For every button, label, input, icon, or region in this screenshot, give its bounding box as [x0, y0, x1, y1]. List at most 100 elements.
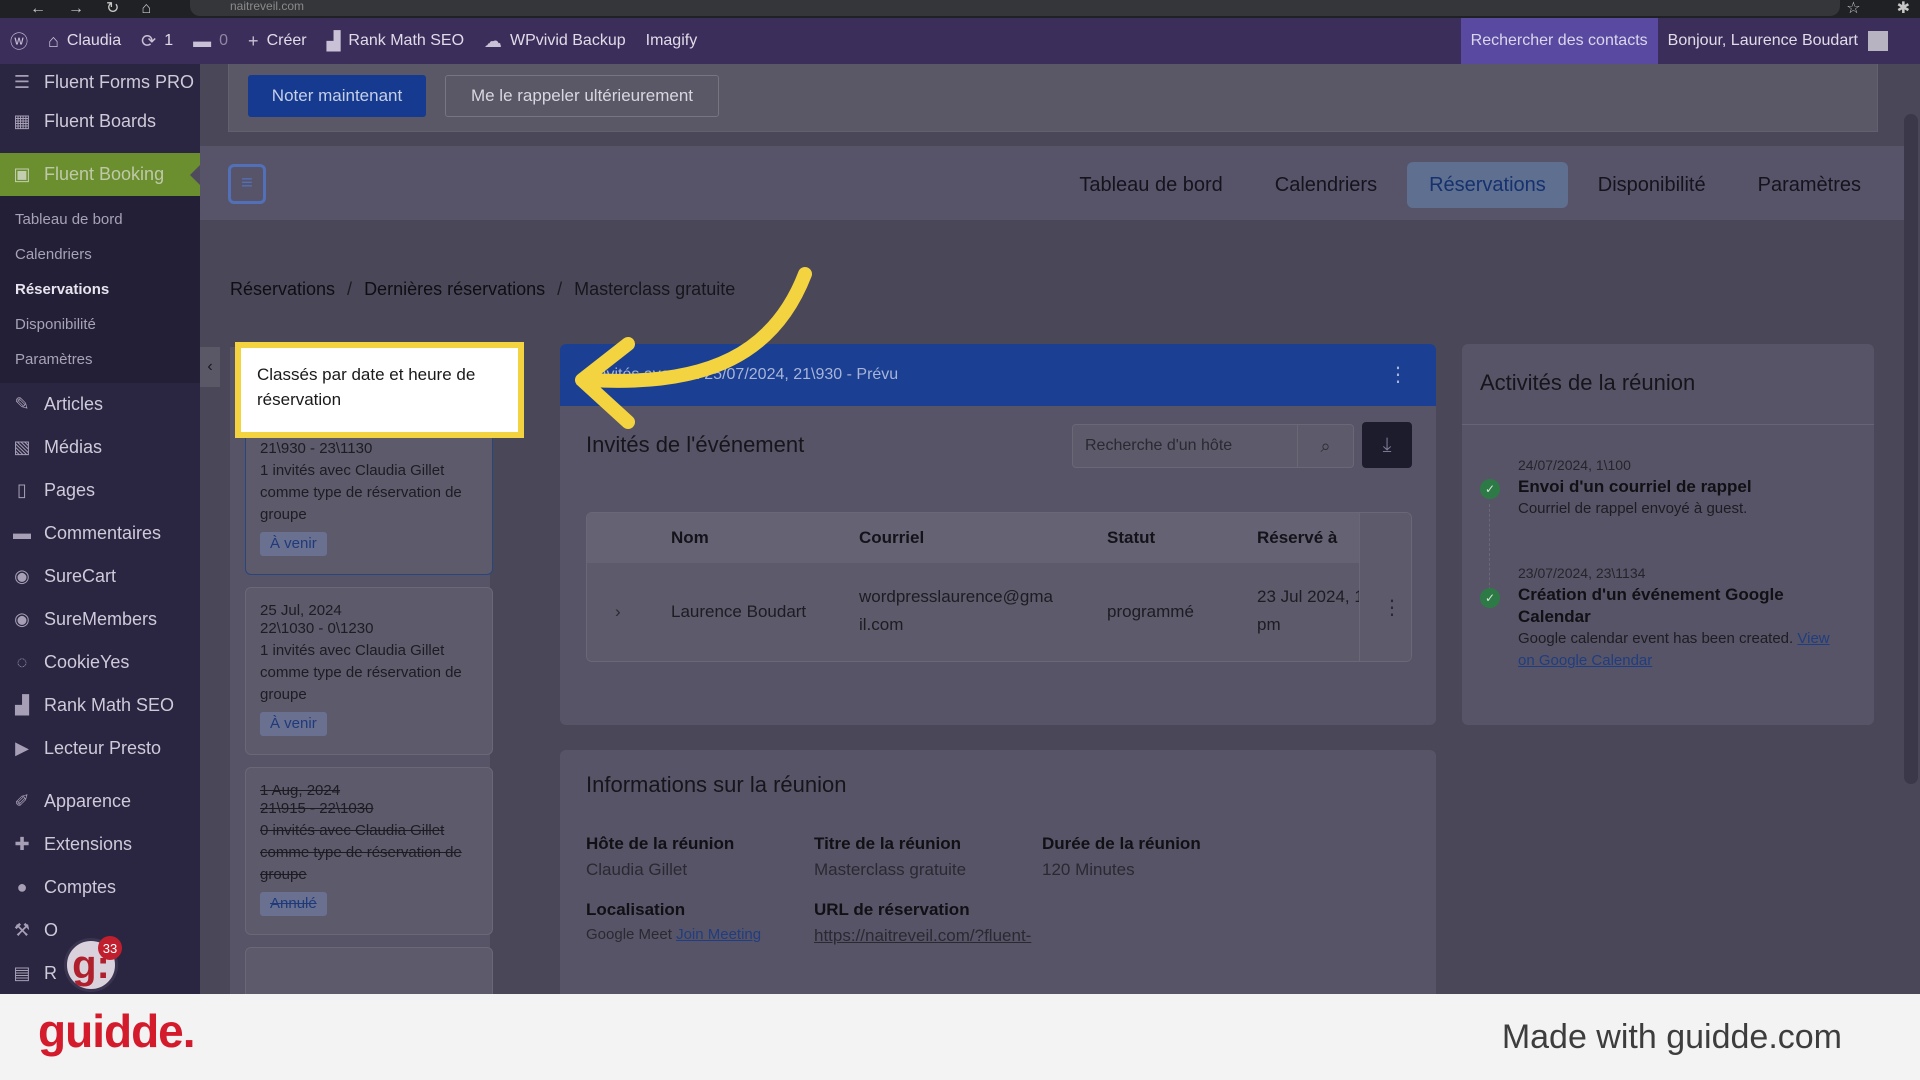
booking-card[interactable] — [245, 947, 493, 994]
sidebar-item-rank-math[interactable]: ▟ Rank Math SEO — [0, 684, 200, 727]
activity-title: Envoi d'un courriel de rappel — [1518, 477, 1752, 496]
booking-desc: 1 invités avec Claudia Gillet comme type… — [260, 642, 462, 703]
submenu-availability[interactable]: Disponibilité — [0, 307, 200, 342]
submenu-calendars[interactable]: Calendriers — [0, 237, 200, 272]
sidebar-item-appearance[interactable]: ✐ Apparence — [0, 780, 200, 823]
sidebar-item-label: Comptes — [44, 877, 117, 897]
sidebar-item-accounts[interactable]: ● Comptes — [0, 866, 200, 909]
booking-icon: ▣ — [13, 164, 31, 184]
page-scrollbar[interactable] — [1904, 114, 1918, 784]
field-label: Hôte de la réunion — [586, 834, 735, 853]
timeline-line — [1489, 504, 1490, 600]
booking-card[interactable]: 1 Aug, 2024 21\915 - 22\1030 0 invités a… — [245, 767, 493, 935]
location-value: Google Meet — [586, 926, 672, 943]
search-icon[interactable]: ⌕ — [1297, 425, 1353, 467]
submenu-bookings[interactable]: Réservations — [0, 272, 200, 307]
page-icon: ▯ — [17, 480, 27, 500]
imagify-link[interactable]: Imagify — [636, 18, 708, 64]
tab-dashboard[interactable]: Tableau de bord — [1057, 162, 1244, 208]
site-name-link[interactable]: ⌂ Claudia — [38, 18, 131, 64]
updates-count: 1 — [164, 32, 174, 49]
fluent-booking-header: ≡ Tableau de bord Calendriers Réservatio… — [200, 146, 1905, 220]
collapse-list-button[interactable]: ‹ — [200, 347, 220, 387]
star-icon[interactable]: ☆ — [1846, 0, 1860, 18]
account-menu[interactable]: Bonjour, Laurence Boudart — [1658, 31, 1898, 51]
sidebar-item-fluent-boards[interactable]: ▦ Fluent Boards — [0, 100, 200, 143]
notification-badge: 33 — [98, 936, 122, 960]
tab-calendars[interactable]: Calendriers — [1253, 162, 1399, 208]
extensions-icon[interactable]: ✱ — [1897, 0, 1910, 18]
guest-status: programmé — [1107, 602, 1194, 621]
comments-link[interactable]: ▬ 0 — [183, 18, 238, 64]
reload-icon[interactable]: ↻ — [106, 1, 119, 17]
sidebar-item-suremembers[interactable]: ◉ SureMembers — [0, 598, 200, 641]
rank-math-link[interactable]: ▟ Rank Math SEO — [317, 18, 474, 64]
table-row[interactable]: › Laurence Boudart wordpresslaurence@gma… — [587, 563, 1411, 661]
submenu-settings[interactable]: Paramètres — [0, 342, 200, 377]
wpvivid-link[interactable]: ☁ WPvivid Backup — [474, 18, 636, 64]
forward-icon[interactable]: → — [68, 1, 84, 17]
made-with-text: Made with guidde.com — [1501, 1018, 1842, 1056]
refresh-icon: ⟳ — [141, 30, 157, 51]
join-meeting-link[interactable]: Join Meeting — [676, 926, 761, 943]
sidebar-item-comments[interactable]: ▬ Commentaires — [0, 512, 200, 555]
guest-reserved-line: 23 Jul 2024, 1 — [1257, 587, 1364, 606]
sidebar-item-label: SureCart — [44, 566, 117, 586]
sidebar-item-label: Pages — [44, 480, 96, 500]
sidebar-item-pages[interactable]: ▯ Pages — [0, 469, 200, 512]
table-header: Nom Courriel Statut Réservé à — [587, 513, 1411, 563]
guest-reserved: 23 Jul 2024, 1 pm — [1257, 583, 1364, 639]
field-value: Claudia Gillet — [586, 860, 688, 879]
updates-link[interactable]: ⟳ 1 — [131, 18, 183, 64]
wp-logo[interactable]: ⓦ — [0, 18, 38, 64]
booking-list: 25 Jul, 2024 21\930 - 23\1130 1 invités … — [230, 347, 493, 994]
tab-settings[interactable]: Paramètres — [1736, 162, 1883, 208]
sidebar-item-media[interactable]: ▧ Médias — [0, 426, 200, 469]
activity-desc: Courriel de rappel envoyé à guest. — [1518, 500, 1748, 517]
back-icon[interactable]: ← — [30, 1, 46, 17]
home-icon[interactable]: ⌂ — [141, 1, 151, 17]
sidebar-item-cookieyes[interactable]: ◌ CookieYes — [0, 641, 200, 684]
sidebar-item-fluent-booking[interactable]: ▣ Fluent Booking — [0, 153, 200, 196]
rate-now-button[interactable]: Noter maintenant — [248, 75, 426, 117]
booking-url-link[interactable]: https://naitreveil.com/?fluent- — [814, 926, 1031, 946]
user-avatar — [1868, 31, 1888, 51]
sidebar-item-extensions[interactable]: ✚ Extensions — [0, 823, 200, 866]
address-bar[interactable]: naitreveil.com — [190, 0, 1840, 16]
sidebar-item-fluent-forms[interactable]: ☰ Fluent Forms PRO — [0, 64, 200, 100]
brush-icon: ✐ — [14, 791, 30, 811]
breadcrumb-bookings[interactable]: Réservations — [230, 279, 335, 300]
guest-email-line: wordpresslaurence@gma — [859, 587, 1053, 606]
remind-later-button[interactable]: Me le rappeler ultérieurement — [445, 75, 719, 117]
view-calendar-link[interactable]: View — [1797, 630, 1829, 647]
more-vertical-icon[interactable]: ⋮ — [1382, 595, 1402, 620]
sidebar-item-label: Articles — [44, 394, 104, 414]
sidebar-item-surecart[interactable]: ◉ SureCart — [0, 555, 200, 598]
sidebar-item-presto[interactable]: ▶ Lecteur Presto — [0, 727, 200, 770]
fluent-booking-logo-icon[interactable]: ≡ — [228, 164, 266, 204]
search-contacts-button[interactable]: Rechercher des contacts — [1460, 18, 1658, 64]
booking-time: 22\1030 - 0\1230 — [260, 620, 374, 637]
host-search-input[interactable]: Recherche d'un hôte ⌕ — [1072, 424, 1354, 468]
tab-bookings[interactable]: Réservations — [1407, 162, 1568, 208]
sidebar-item-articles[interactable]: ✎ Articles — [0, 383, 200, 426]
tab-availability[interactable]: Disponibilité — [1576, 162, 1728, 208]
meeting-title: Titre de la réunion Masterclass gratuite — [814, 834, 966, 880]
chart-icon: ▟ — [15, 695, 29, 715]
view-calendar-link[interactable]: on Google Calendar — [1518, 652, 1652, 669]
submenu-dashboard[interactable]: Tableau de bord — [0, 202, 200, 237]
create-label: Créer — [266, 32, 307, 49]
greeting-text: Bonjour, Laurence Boudart — [1667, 32, 1858, 49]
download-button[interactable]: ⤓ — [1362, 422, 1412, 468]
create-link[interactable]: + Créer — [238, 18, 317, 64]
booking-card[interactable]: 25 Jul, 2024 22\1030 - 0\1230 1 invités … — [245, 587, 493, 755]
cookie-icon: ◌ — [16, 652, 28, 672]
activity-title: Création d'un événement Google Calendar — [1518, 585, 1784, 626]
chevron-right-icon[interactable]: › — [615, 602, 621, 622]
wp-admin-bar: ⓦ ⌂ Claudia ⟳ 1 ▬ 0 + Créer ▟ Rank Math SEO ☁… — [0, 18, 1920, 64]
breadcrumb-latest-bookings[interactable]: Dernières réservations — [364, 279, 545, 300]
main-content: Noter maintenant Me le rappeler ultérieu… — [200, 64, 1920, 994]
more-vertical-icon[interactable]: ⋮ — [1388, 362, 1408, 387]
settings-icon: ▤ — [13, 963, 31, 983]
comment-icon: ▬ — [193, 30, 212, 51]
